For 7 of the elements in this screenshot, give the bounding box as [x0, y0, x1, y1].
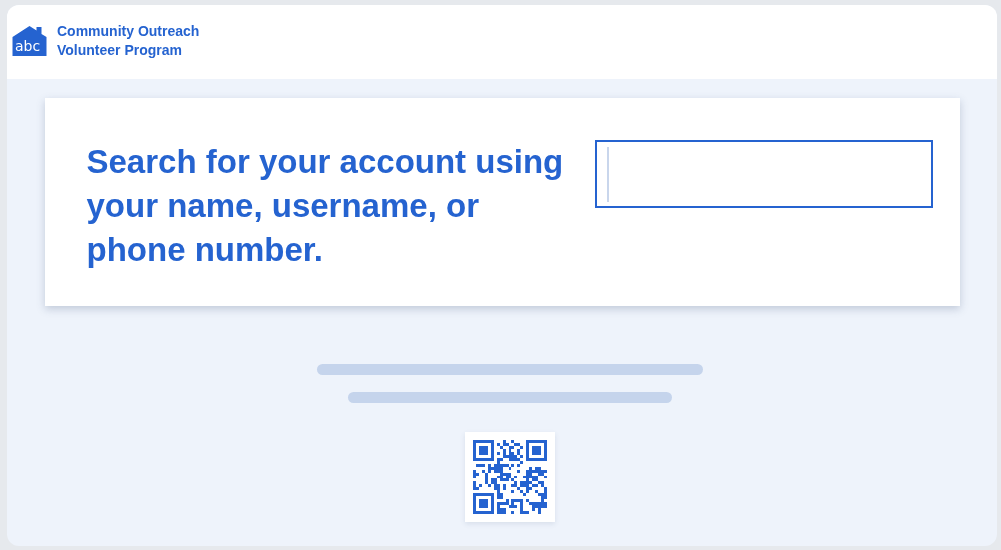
- prompt-text: Search for your account using your name, username, or phone number.: [86, 142, 565, 270]
- app-title: Community Outreach: [57, 22, 200, 41]
- text-cursor: [606, 147, 609, 202]
- search-field[interactable]: [594, 140, 933, 208]
- app-title: Volunteer Program: [57, 41, 183, 60]
- logo-text: abc: [15, 39, 41, 53]
- house-icon: [12, 26, 47, 56]
